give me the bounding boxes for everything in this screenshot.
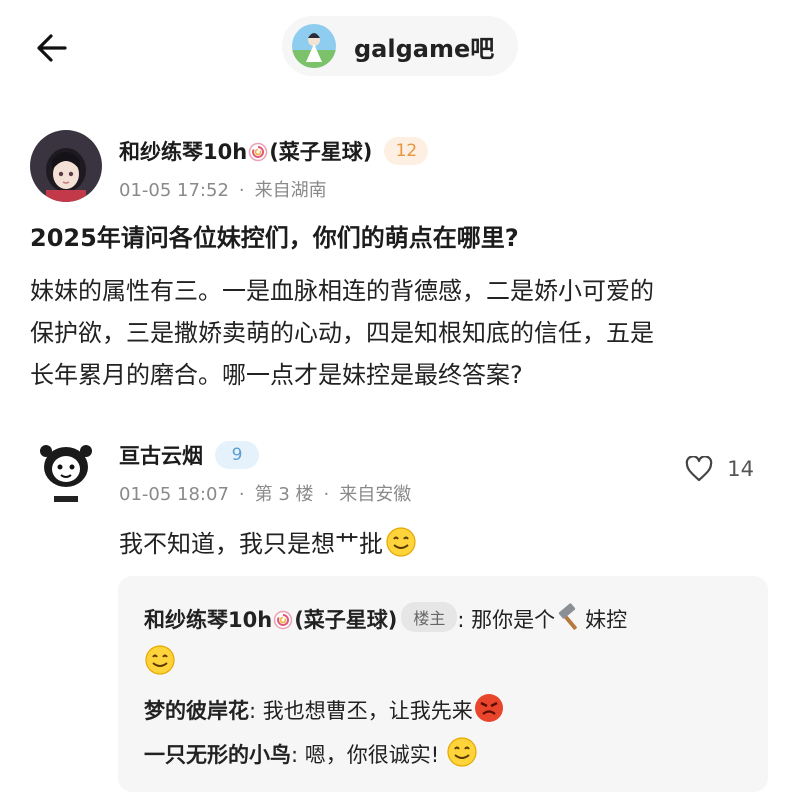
post-body-line: 保护欲，三是撒娇卖萌的心动，四是知根知底的信任，五是 bbox=[30, 319, 654, 347]
sub-reply-author[interactable]: 一只无形的小鸟 bbox=[144, 743, 291, 767]
sub-reply-author[interactable]: 和纱练琴10h (菜子星球) bbox=[144, 608, 397, 632]
op-host-tag: 楼主 bbox=[401, 602, 458, 632]
reply-username[interactable]: 亘古云烟 bbox=[119, 440, 203, 470]
reply-location: 来自安徽 bbox=[339, 484, 412, 505]
level-badge: 9 bbox=[215, 441, 259, 469]
forum-name: galgame吧 bbox=[354, 34, 495, 63]
op-author-row: 和纱练琴10h (菜子星球) 12 bbox=[119, 134, 429, 168]
floor-number: 第 3 楼 bbox=[254, 484, 314, 505]
reply-author-row: 亘古云烟 9 bbox=[119, 438, 259, 472]
sub-reply: 一只无形的小鸟: 嗯，你很诚实! bbox=[144, 736, 478, 769]
sub-reply: 和纱练琴10h (菜子星球) 楼主: 那你是个 妹控 bbox=[144, 602, 627, 634]
op-username[interactable]: 和纱练琴10h (菜子星球) bbox=[119, 136, 372, 166]
reply-date: 01-05 18:07 bbox=[119, 484, 229, 505]
reply-avatar[interactable] bbox=[30, 437, 102, 509]
hammer-icon bbox=[559, 603, 578, 630]
like-count: 14 bbox=[727, 457, 754, 481]
post-body-line: 长年累月的磨合。哪一点才是妹控是最终答案? bbox=[30, 361, 523, 389]
smile-emoji-icon bbox=[145, 645, 175, 675]
forum-avatar bbox=[292, 24, 336, 68]
level-badge: 12 bbox=[384, 137, 429, 165]
post-title: 2025年请问各位妹控们，你们的萌点在哪里? bbox=[30, 224, 519, 252]
like-button[interactable]: 14 bbox=[685, 456, 754, 482]
post-body-line: 妹妹的属性有三。一是血脉相连的背德感，二是娇小可爱的 bbox=[30, 277, 654, 305]
smile-emoji-icon bbox=[447, 737, 477, 767]
arrow-left-icon bbox=[37, 34, 67, 62]
post-body: 妹妹的属性有三。一是血脉相连的背德感，二是娇小可爱的 保护欲，三是撒娇卖萌的心动… bbox=[30, 270, 775, 396]
sub-reply-emoji-line bbox=[144, 644, 176, 676]
post-date: 01-05 17:52 bbox=[119, 180, 229, 201]
back-button[interactable] bbox=[30, 26, 74, 70]
heart-icon bbox=[685, 456, 713, 482]
reply-text: 我不知道，我只是想艹批 bbox=[119, 524, 417, 559]
lollipop-icon bbox=[273, 610, 293, 630]
forum-header-pill[interactable]: galgame吧 bbox=[282, 16, 518, 76]
lollipop-icon bbox=[248, 142, 268, 162]
sub-reply: 梦的彼岸花: 我也想曹丕，让我先来 bbox=[144, 692, 505, 725]
sub-reply-author[interactable]: 梦的彼岸花 bbox=[144, 699, 249, 723]
op-avatar[interactable] bbox=[30, 130, 102, 202]
post-location: 来自湖南 bbox=[254, 180, 327, 201]
angry-emoji-icon bbox=[474, 694, 503, 722]
reply-meta: 01-05 18:07 · 第 3 楼 · 来自安徽 bbox=[119, 484, 412, 505]
op-meta: 01-05 17:52 · 来自湖南 bbox=[119, 180, 327, 201]
smile-emoji-icon bbox=[386, 527, 416, 557]
sub-replies-box[interactable]: 和纱练琴10h (菜子星球) 楼主: 那你是个 妹控 梦的彼岸花: 我也想曹丕，让我先… bbox=[118, 576, 768, 792]
